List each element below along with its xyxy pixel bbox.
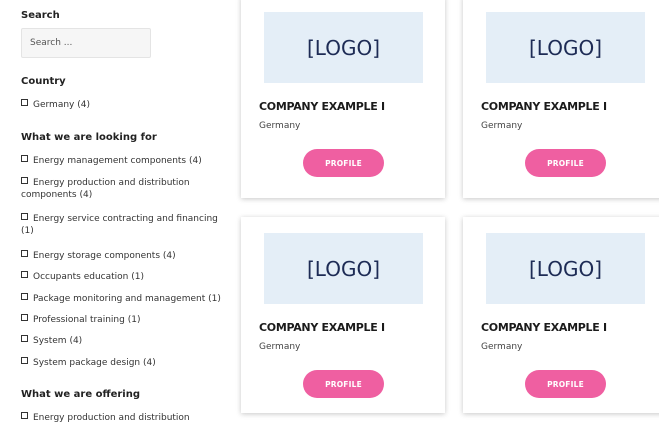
checkbox[interactable]: [21, 271, 28, 278]
company-country: Germany: [481, 342, 523, 352]
company-name: COMPANY EXAMPLE I: [259, 100, 385, 113]
profile-button[interactable]: PROFILE: [525, 370, 606, 398]
company-name: COMPANY EXAMPLE I: [259, 321, 385, 334]
checkbox[interactable]: [21, 412, 28, 419]
company-country: Germany: [259, 121, 301, 131]
checkbox[interactable]: [21, 293, 28, 300]
filter-label: Energy service contracting and financing: [33, 214, 218, 224]
filter-count: (4): [69, 336, 83, 346]
company-card: [LOGO] COMPANY EXAMPLE I Germany PROFILE: [463, 217, 659, 413]
filter-count: (4): [143, 358, 156, 368]
checkbox[interactable]: [21, 335, 28, 342]
profile-button[interactable]: PROFILE: [525, 149, 606, 177]
filter-occupants-education[interactable]: Occupants education (1): [21, 271, 226, 283]
filter-label: Germany: [33, 100, 75, 110]
company-name: COMPANY EXAMPLE I: [481, 321, 607, 334]
filter-count: (1): [131, 272, 144, 282]
checkbox[interactable]: [21, 250, 28, 257]
company-card: [LOGO] COMPANY EXAMPLE I Germany PROFILE: [463, 0, 659, 198]
company-logo: [LOGO]: [486, 12, 645, 83]
filter-energy-management[interactable]: Energy management components (4): [21, 155, 226, 167]
company-logo: [LOGO]: [486, 233, 645, 304]
company-card: [LOGO] COMPANY EXAMPLE I Germany PROFILE: [241, 217, 445, 413]
filter-energy-service[interactable]: Energy service contracting and financing…: [21, 213, 226, 237]
filter-count: (1): [208, 294, 221, 304]
company-card: [LOGO] COMPANY EXAMPLE I Germany PROFILE: [241, 0, 445, 198]
filter-count: (1): [127, 315, 141, 325]
company-country: Germany: [481, 121, 523, 131]
company-logo: [LOGO]: [264, 12, 423, 83]
checkbox[interactable]: [21, 314, 28, 321]
company-logo: [LOGO]: [264, 233, 423, 304]
checkbox[interactable]: [21, 213, 28, 220]
filter-count: (4): [189, 156, 202, 166]
filter-system[interactable]: System (4): [21, 335, 226, 347]
profile-button[interactable]: PROFILE: [303, 370, 384, 398]
filter-label: Professional training: [33, 315, 125, 325]
filter-count: (1): [21, 226, 34, 236]
filter-label: Package monitoring and management: [33, 294, 206, 304]
company-name: COMPANY EXAMPLE I: [481, 100, 607, 113]
filter-label: Energy production and distribution compo…: [21, 178, 190, 200]
search-title: Search: [21, 10, 60, 21]
filter-package-monitoring[interactable]: Package monitoring and management (1): [21, 293, 226, 305]
filter-energy-production[interactable]: Energy production and distribution compo…: [21, 177, 226, 201]
search-input[interactable]: [21, 28, 151, 58]
filter-label: System package design: [33, 358, 141, 368]
checkbox[interactable]: [21, 155, 28, 162]
checkbox[interactable]: [21, 99, 28, 106]
filter-label: Energy production and distribution: [33, 413, 190, 423]
filter-count: (4): [77, 100, 90, 110]
filter-label: System: [33, 336, 67, 346]
filter-label: Energy management components: [33, 156, 187, 166]
filter-energy-storage[interactable]: Energy storage components (4): [21, 250, 226, 262]
checkbox[interactable]: [21, 177, 28, 184]
filter-offering-energy-production[interactable]: Energy production and distribution: [21, 412, 226, 424]
country-title: Country: [21, 76, 66, 87]
filter-country-germany[interactable]: Germany (4): [21, 99, 226, 111]
filter-label: Occupants education: [33, 272, 129, 282]
filter-professional-training[interactable]: Professional training (1): [21, 314, 226, 326]
filter-count: (4): [79, 190, 93, 200]
offering-title: What we are offering: [21, 389, 140, 400]
filter-count: (4): [162, 251, 176, 261]
filter-label: Energy storage components: [33, 251, 161, 261]
profile-button[interactable]: PROFILE: [303, 149, 384, 177]
looking-for-title: What we are looking for: [21, 132, 157, 143]
filter-system-package-design[interactable]: System package design (4): [21, 357, 226, 369]
company-country: Germany: [259, 342, 301, 352]
checkbox[interactable]: [21, 357, 28, 364]
